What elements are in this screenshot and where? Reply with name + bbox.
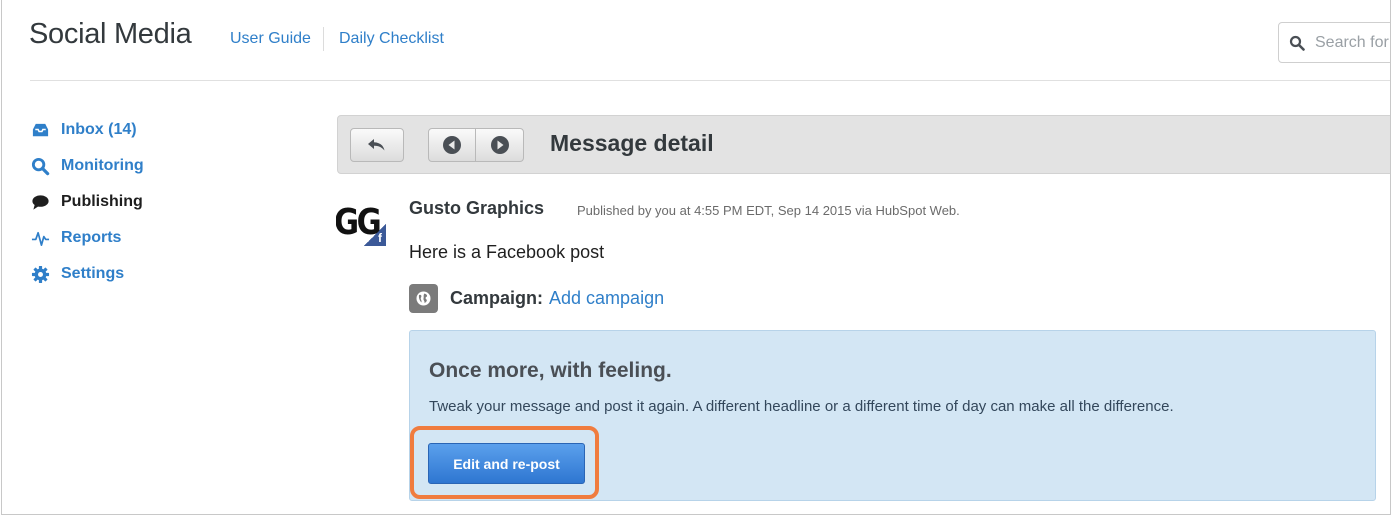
edit-and-repost-button[interactable]: Edit and re-post bbox=[428, 443, 585, 484]
app-title: Social Media bbox=[29, 18, 192, 50]
sidebar-item-inbox[interactable]: Inbox (14) bbox=[30, 112, 290, 148]
sidebar-item-publishing[interactable]: Publishing bbox=[30, 184, 290, 220]
back-button[interactable] bbox=[350, 128, 404, 162]
search-input[interactable] bbox=[1315, 31, 1390, 55]
search-box[interactable] bbox=[1278, 22, 1390, 63]
inbox-icon bbox=[30, 120, 50, 140]
previous-message-button[interactable] bbox=[428, 128, 476, 162]
page-title: Message detail bbox=[550, 130, 714, 156]
facebook-icon: f bbox=[378, 231, 382, 245]
sidebar-item-label: Publishing bbox=[61, 193, 143, 210]
avatar: GG f bbox=[336, 200, 386, 246]
header-divider bbox=[323, 27, 324, 51]
repost-callout: Once more, with feeling. Tweak your mess… bbox=[409, 330, 1376, 501]
callout-title: Once more, with feeling. bbox=[429, 359, 672, 382]
user-guide-link[interactable]: User Guide bbox=[230, 30, 311, 48]
sidebar-item-settings[interactable]: Settings bbox=[30, 256, 290, 292]
sidebar-item-label: Settings bbox=[61, 265, 125, 282]
search-icon bbox=[1289, 35, 1305, 51]
callout-text: Tweak your message and post it again. A … bbox=[429, 398, 1174, 415]
sidebar: Inbox (14) Monitoring Publishing Reports bbox=[30, 112, 290, 292]
sidebar-item-reports[interactable]: Reports bbox=[30, 220, 290, 256]
header-divider-line bbox=[30, 80, 1390, 81]
speech-bubble-icon bbox=[30, 192, 50, 212]
publish-meta: Published by you at 4:55 PM EDT, Sep 14 … bbox=[577, 203, 960, 218]
search-icon bbox=[30, 156, 50, 176]
campaign-label: Campaign: bbox=[450, 288, 544, 308]
sidebar-item-label: Reports bbox=[61, 229, 122, 246]
circle-right-icon bbox=[490, 136, 509, 154]
sidebar-item-label: Inbox (14) bbox=[61, 121, 137, 138]
message-toolbar: Message detail bbox=[337, 115, 1390, 174]
circle-left-icon bbox=[443, 136, 461, 154]
add-campaign-link[interactable]: Add campaign bbox=[549, 288, 664, 309]
message-body: Here is a Facebook post bbox=[409, 242, 605, 262]
campaign-row: Campaign: Add campaign bbox=[409, 284, 664, 313]
reply-arrow-icon bbox=[368, 139, 385, 151]
pulse-icon bbox=[30, 228, 50, 248]
facebook-badge bbox=[364, 224, 386, 246]
daily-checklist-link[interactable]: Daily Checklist bbox=[339, 30, 444, 48]
author-name: Gusto Graphics bbox=[409, 198, 545, 218]
gear-icon bbox=[30, 264, 50, 284]
app-frame: Social Media User Guide Daily Checklist … bbox=[1, 0, 1391, 515]
sidebar-item-monitoring[interactable]: Monitoring bbox=[30, 148, 290, 184]
sidebar-item-label: Monitoring bbox=[61, 157, 144, 174]
globe-icon bbox=[409, 284, 438, 313]
next-message-button[interactable] bbox=[475, 128, 524, 162]
